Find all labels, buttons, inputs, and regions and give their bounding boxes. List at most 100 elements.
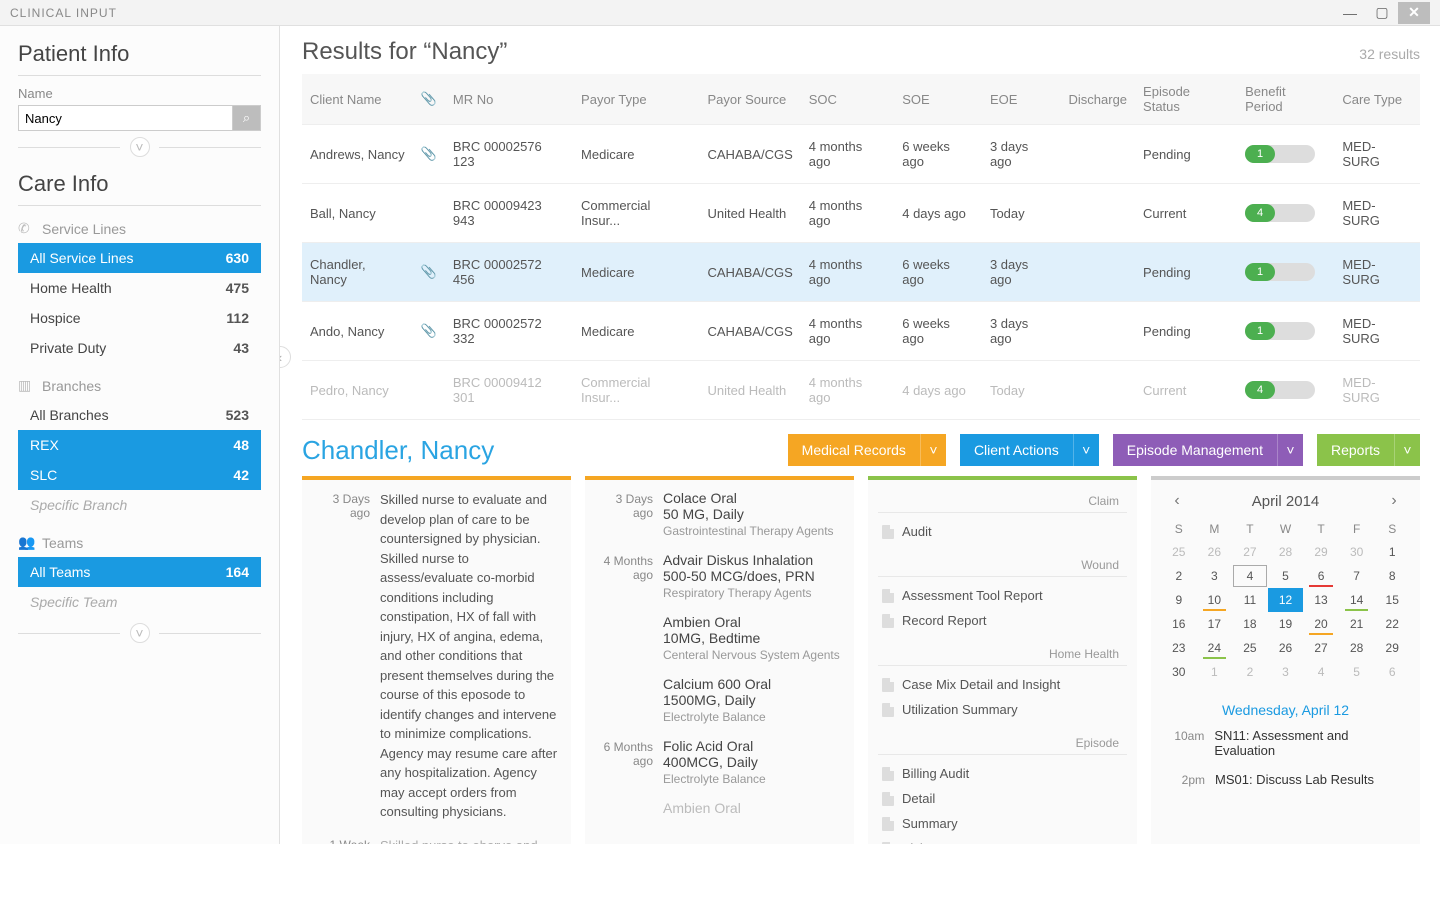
column-header[interactable]: Care Type — [1334, 74, 1420, 125]
calendar-day[interactable]: 8 — [1374, 564, 1410, 588]
calendar-day[interactable]: 17 — [1197, 612, 1233, 636]
sidebar-item-service-line[interactable]: Home Health475 — [18, 273, 261, 303]
calendar-day[interactable]: 27 — [1303, 636, 1339, 660]
expand-patient-info[interactable]: ˅ — [18, 137, 261, 157]
appointment-entry[interactable]: 2pmMS01: Discuss Lab Results — [1161, 772, 1410, 787]
calendar-day[interactable]: 15 — [1374, 588, 1410, 612]
expand-care-info[interactable]: ˅ — [18, 623, 261, 643]
calendar-day[interactable]: 6 — [1374, 660, 1410, 684]
sidebar-item-branch[interactable]: REX48 — [18, 430, 261, 460]
table-row[interactable]: Chandler, Nancy 📎 BRC 00002572 456 Medic… — [302, 243, 1420, 302]
calendar-day[interactable]: 29 — [1303, 540, 1339, 564]
next-month-button[interactable]: › — [1384, 492, 1404, 510]
calendar-dow: W — [1268, 518, 1304, 540]
calendar-day[interactable]: 16 — [1161, 612, 1197, 636]
calendar-day[interactable]: 13 — [1303, 588, 1339, 612]
calendar-day[interactable]: 18 — [1232, 612, 1268, 636]
calendar-day[interactable]: 20 — [1303, 612, 1339, 636]
calendar-day[interactable]: 26 — [1268, 636, 1304, 660]
calendar-day[interactable]: 11 — [1232, 588, 1268, 612]
sidebar-item-service-line[interactable]: Private Duty43 — [18, 333, 261, 363]
report-item[interactable]: Visit Summary — [878, 836, 1127, 844]
calendar-day[interactable]: 3 — [1268, 660, 1304, 684]
specific-branch-placeholder[interactable]: Specific Branch — [18, 490, 261, 520]
column-header[interactable]: Episode Status — [1135, 74, 1237, 125]
calendar-day[interactable]: 2 — [1161, 564, 1197, 588]
report-item[interactable]: Detail — [878, 786, 1127, 811]
chevron-down-icon[interactable]: ˅ — [1277, 434, 1303, 466]
medical-records-button[interactable]: Medical Records˅ — [788, 434, 946, 466]
calendar-day[interactable]: 25 — [1161, 540, 1197, 564]
column-header[interactable]: EOE — [982, 74, 1061, 125]
table-row[interactable]: Ando, Nancy 📎 BRC 00002572 332 Medicare … — [302, 302, 1420, 361]
chevron-down-icon[interactable]: ˅ — [920, 434, 946, 466]
calendar-day[interactable]: 26 — [1197, 540, 1233, 564]
table-row[interactable]: Pedro, Nancy BRC 00009412 301 Commercial… — [302, 361, 1420, 420]
calendar-day[interactable]: 5 — [1268, 564, 1304, 588]
calendar-day[interactable]: 4 — [1303, 660, 1339, 684]
report-item[interactable]: Billing Audit — [878, 761, 1127, 786]
calendar-day[interactable]: 1 — [1197, 660, 1233, 684]
specific-team-placeholder[interactable]: Specific Team — [18, 587, 261, 617]
report-item[interactable]: Record Report — [878, 608, 1127, 633]
calendar-day[interactable]: 12 — [1268, 588, 1304, 612]
calendar-day[interactable]: 21 — [1339, 612, 1375, 636]
column-header[interactable]: 📎 — [413, 74, 445, 125]
sidebar-item-team[interactable]: All Teams164 — [18, 557, 261, 587]
report-item[interactable]: Summary — [878, 811, 1127, 836]
column-header[interactable]: SOE — [894, 74, 982, 125]
sidebar-item-branch[interactable]: All Branches523 — [18, 400, 261, 430]
collapse-sidebar-button[interactable]: ‹ — [280, 346, 291, 368]
chevron-down-icon[interactable]: ˅ — [1394, 434, 1420, 466]
prev-month-button[interactable]: ‹ — [1167, 492, 1187, 510]
calendar-day[interactable]: 30 — [1161, 660, 1197, 684]
calendar-day[interactable]: 5 — [1339, 660, 1375, 684]
client-actions-button[interactable]: Client Actions˅ — [960, 434, 1099, 466]
column-header[interactable]: Payor Type — [573, 74, 699, 125]
calendar-day[interactable]: 10 — [1197, 588, 1233, 612]
maximize-button[interactable]: ▢ — [1366, 2, 1398, 24]
calendar-day[interactable]: 19 — [1268, 612, 1304, 636]
chevron-down-icon[interactable]: ˅ — [1073, 434, 1099, 466]
table-row[interactable]: Ball, Nancy BRC 00009423 943 Commercial … — [302, 184, 1420, 243]
calendar-day[interactable]: 28 — [1268, 540, 1304, 564]
calendar-day[interactable]: 1 — [1374, 540, 1410, 564]
column-header[interactable]: Benefit Period — [1237, 74, 1334, 125]
sidebar-item-service-line[interactable]: All Service Lines630 — [18, 243, 261, 273]
episode-management-button[interactable]: Episode Management˅ — [1113, 434, 1303, 466]
calendar-day[interactable]: 25 — [1232, 636, 1268, 660]
column-header[interactable]: Payor Source — [700, 74, 801, 125]
calendar-day[interactable]: 22 — [1374, 612, 1410, 636]
reports-button[interactable]: Reports˅ — [1317, 434, 1420, 466]
table-row[interactable]: Andrews, Nancy 📎 BRC 00002576 123 Medica… — [302, 125, 1420, 184]
calendar-day[interactable]: 14 — [1339, 588, 1375, 612]
report-item[interactable]: Assessment Tool Report — [878, 583, 1127, 608]
calendar-day[interactable]: 30 — [1339, 540, 1375, 564]
report-item[interactable]: Utilization Summary — [878, 697, 1127, 722]
column-header[interactable]: Client Name — [302, 74, 413, 125]
calendar-day[interactable]: 23 — [1161, 636, 1197, 660]
calendar-day[interactable]: 7 — [1339, 564, 1375, 588]
calendar-day[interactable]: 3 — [1197, 564, 1233, 588]
name-input[interactable] — [18, 105, 233, 131]
column-header[interactable]: Discharge — [1061, 74, 1136, 125]
calendar-day[interactable]: 9 — [1161, 588, 1197, 612]
calendar-day[interactable]: 27 — [1232, 540, 1268, 564]
close-button[interactable]: ✕ — [1398, 2, 1430, 24]
calendar-day[interactable]: 28 — [1339, 636, 1375, 660]
search-button[interactable]: ⌕ — [233, 105, 261, 131]
column-header[interactable]: SOC — [801, 74, 894, 125]
report-item[interactable]: Case Mix Detail and Insight — [878, 672, 1127, 697]
appointment-entry[interactable]: 10amSN11: Assessment and Evaluation — [1161, 728, 1410, 758]
calendar-day[interactable]: 2 — [1232, 660, 1268, 684]
sidebar-item-branch[interactable]: SLC42 — [18, 460, 261, 490]
minimize-button[interactable]: — — [1334, 2, 1366, 24]
calendar-day[interactable]: 29 — [1374, 636, 1410, 660]
report-group: Home HealthCase Mix Detail and InsightUt… — [878, 643, 1127, 722]
calendar-day[interactable]: 24 — [1197, 636, 1233, 660]
column-header[interactable]: MR No — [445, 74, 573, 125]
sidebar-item-service-line[interactable]: Hospice112 — [18, 303, 261, 333]
report-item[interactable]: Audit — [878, 519, 1127, 544]
calendar-day[interactable]: 6 — [1303, 564, 1339, 588]
calendar-day[interactable]: 4 — [1232, 564, 1268, 588]
